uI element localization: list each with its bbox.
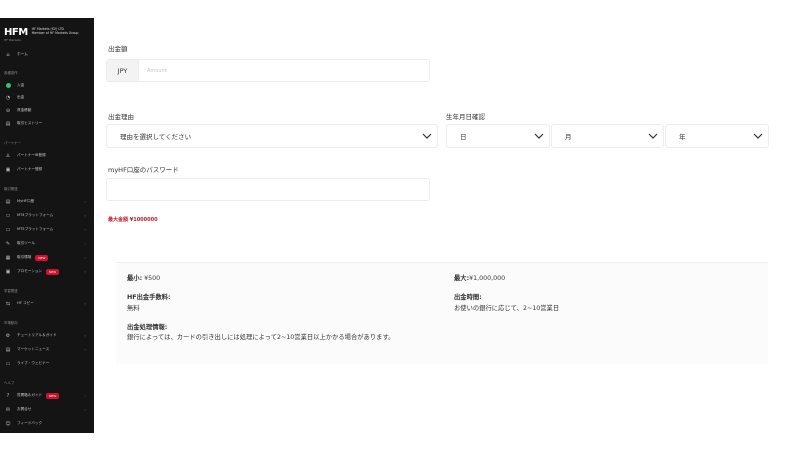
sidebar-item-tools[interactable]: ✎ 取引ツール ›: [0, 239, 94, 248]
process-value: 銀行によっては、カードの引き出しには処理によって2~10営業日以上かかる場合があ…: [127, 334, 395, 341]
sidebar-item-promotion[interactable]: ▣ プロモーション NEW ›: [0, 267, 94, 276]
section-help: ヘルプ: [4, 381, 15, 385]
partner-icon: ♙: [5, 152, 11, 159]
sidebar-item-partner-register[interactable]: ▣ パートナー登録: [0, 165, 94, 174]
book-icon: ⚙: [5, 332, 11, 339]
max-amount-warning: 最大金額 ¥1000000: [108, 217, 158, 223]
section-operations: 各種操作: [4, 71, 18, 75]
section-trading: 取引関連: [4, 187, 18, 191]
chevron-right-icon: ›: [84, 407, 86, 412]
section-market: 市場動向: [4, 321, 18, 325]
sidebar: HFM HF Markets HF Markets (SV) LTD Membe…: [0, 18, 94, 433]
withdraw-icon: ◔: [5, 94, 11, 101]
sidebar-item-environment[interactable]: ▦ 取引環境 NEW ›: [0, 253, 94, 262]
sidebar-item-feedback[interactable]: ☺ フィードバック: [0, 419, 94, 428]
new-badge: NEW: [46, 268, 60, 275]
currency-prefix: JPY: [107, 60, 139, 81]
password-field[interactable]: [106, 178, 430, 201]
sidebar-item-contact[interactable]: ✉ お問合せ ›: [0, 405, 94, 414]
section-learning: 学習関連: [4, 289, 18, 293]
amount-field[interactable]: JPY Amount: [106, 59, 430, 82]
sidebar-item-myhf[interactable]: ▤ MyHF口座 ›: [0, 197, 94, 206]
logo: HFM HF Markets: [4, 26, 28, 42]
max-amount: 最大:¥1,000,000: [454, 275, 506, 282]
sidebar-item-webinar[interactable]: ▭ ライブ・ウェビナー: [0, 359, 94, 368]
fee-value: 無料: [127, 305, 140, 312]
sidebar-item-mt5[interactable]: ▭ MT5プラットフォーム ›: [0, 225, 94, 234]
amount-label: 出金額: [108, 45, 128, 53]
reason-label: 出金理由: [108, 113, 134, 121]
register-icon: ▣: [5, 166, 11, 173]
sidebar-item-deposit[interactable]: 入金: [0, 81, 94, 90]
month-select[interactable]: 月: [551, 124, 664, 148]
chevron-right-icon: ›: [84, 301, 86, 306]
sidebar-item-hf-copy[interactable]: ⇆ HF コピー ›: [0, 299, 94, 308]
sidebar-item-history[interactable]: ▤ 取引ヒストリー: [0, 119, 94, 128]
year-select[interactable]: 年: [665, 124, 769, 148]
chevron-right-icon: ›: [84, 269, 86, 274]
mt5-icon: ▭: [5, 226, 11, 233]
new-badge: NEW: [46, 392, 60, 399]
time-value: お使いの銀行に応じて、2~10営業日: [454, 305, 560, 312]
chevron-right-icon: ›: [84, 213, 86, 218]
time-label: 出金時間:: [454, 294, 482, 301]
question-icon: ?: [6, 392, 10, 399]
history-icon: ▤: [5, 120, 11, 127]
chevron-right-icon: ›: [84, 333, 86, 338]
process-label: 出金処理情報:: [127, 324, 168, 331]
sidebar-item-home[interactable]: ⌂ ホーム: [0, 50, 94, 59]
mail-icon: ✉: [5, 406, 11, 413]
new-badge: NEW: [35, 254, 49, 261]
sidebar-item-partner-ib[interactable]: ♙ パートナーIB登録: [0, 151, 94, 160]
chevron-down-icon: [648, 133, 658, 139]
tools-icon: ✎: [5, 240, 11, 247]
mt4-icon: ▭: [5, 212, 11, 219]
sidebar-item-withdraw[interactable]: ◔ 出金: [0, 93, 94, 102]
home-icon: ⌂: [6, 51, 10, 58]
environment-icon: ▦: [5, 254, 11, 261]
brand[interactable]: HFM HF Markets HF Markets (SV) LTD Membe…: [0, 18, 94, 42]
company-name: HF Markets (SV) LTD Member of HF Markets…: [31, 26, 79, 35]
chevron-right-icon: ›: [84, 241, 86, 246]
chevron-right-icon: ›: [84, 199, 86, 204]
deposit-icon: [5, 82, 11, 89]
dob-label: 生年月日確認: [446, 113, 485, 121]
chevron-right-icon: ›: [84, 227, 86, 232]
sidebar-item-faq[interactable]: ? 質問箱＆ガイド NEW ›: [0, 391, 94, 400]
feedback-icon: ☺: [5, 420, 11, 427]
transfer-icon: ⊖: [5, 107, 11, 114]
withdrawal-info-panel: 最小: ¥500 最大:¥1,000,000 HF出金手数料: 無料 出金時間:…: [116, 262, 768, 364]
password-label: myHF口座のパスワード: [108, 166, 179, 174]
copy-icon: ⇆: [5, 300, 11, 307]
chevron-right-icon: ›: [84, 393, 86, 398]
chevron-down-icon: [422, 133, 432, 139]
amount-input[interactable]: Amount: [147, 60, 167, 81]
section-partner: パートナー: [4, 141, 21, 145]
account-icon: ▤: [5, 198, 11, 205]
sidebar-item-mt4[interactable]: ▭ MT4プラットフォーム ›: [0, 211, 94, 220]
chevron-right-icon: ›: [84, 255, 86, 260]
sidebar-item-tutorial[interactable]: ⚙ チュートリアル＆ガイド ›: [0, 331, 94, 340]
min-amount: 最小: ¥500: [127, 275, 161, 282]
video-icon: ▭: [5, 360, 11, 367]
gift-icon: ▣: [5, 268, 11, 275]
chevron-right-icon: ›: [84, 347, 86, 352]
reason-select[interactable]: 理由を選択してください: [106, 124, 438, 148]
chevron-down-icon: [753, 133, 763, 139]
chevron-down-icon: [534, 133, 544, 139]
sidebar-item-news[interactable]: ▤ マーケットニュース ›: [0, 345, 94, 354]
sidebar-item-transfer[interactable]: ⊖ 資金移動: [0, 106, 94, 115]
fee-label: HF出金手数料:: [127, 294, 171, 301]
news-icon: ▤: [5, 346, 11, 353]
day-select[interactable]: 日: [446, 124, 550, 148]
